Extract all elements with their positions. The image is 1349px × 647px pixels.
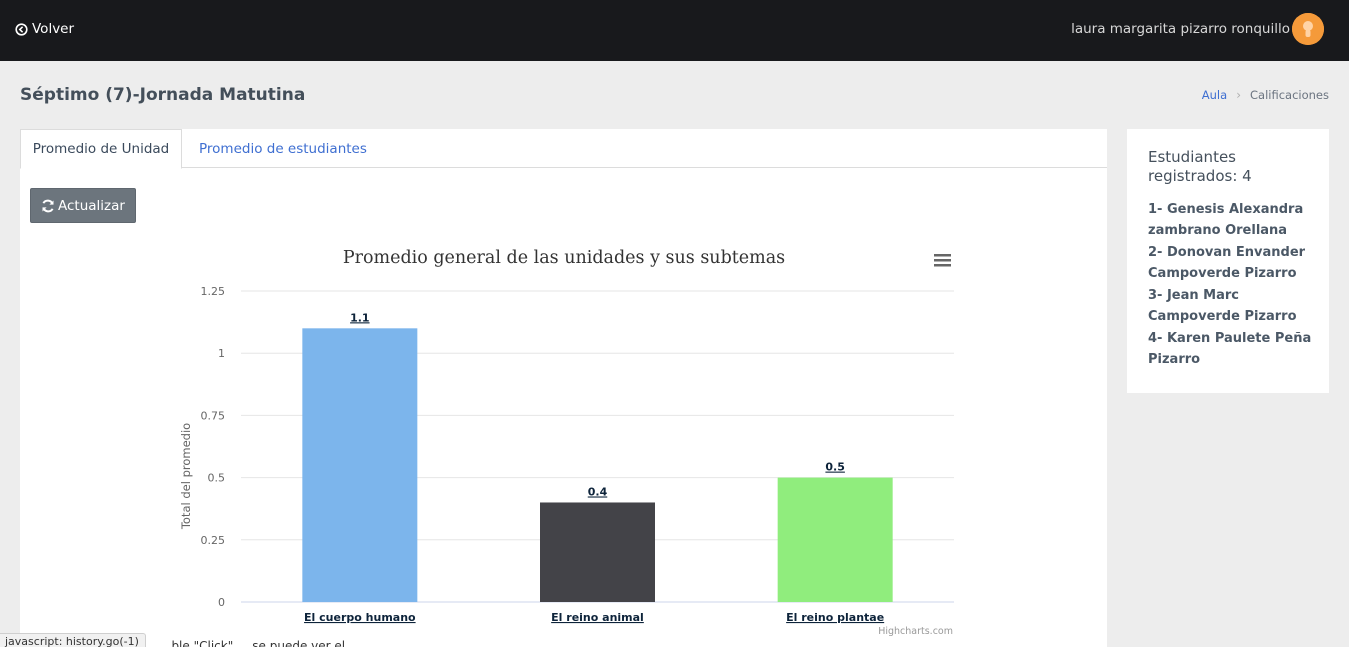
page-title: Séptimo (7)-Jornada Matutina: [20, 85, 306, 105]
student-item: 2- Donovan Envander Campoverde Pizarro: [1148, 245, 1306, 281]
chart-credits[interactable]: Highcharts.com: [878, 626, 953, 637]
data-label: 0.5: [825, 461, 845, 474]
students-count-title: Estudiantes registrados: 4: [1148, 148, 1252, 185]
top-navbar: Volver laura margarita pizarro ronquillo: [0, 0, 1349, 61]
x-category-label[interactable]: El reino animal: [551, 611, 644, 624]
student-list: 1- Genesis Alexandra zambrano Orellana 2…: [1148, 199, 1320, 371]
student-item: 1- Genesis Alexandra zambrano Orellana: [1148, 202, 1304, 238]
x-category-label[interactable]: El reino plantae: [786, 611, 884, 624]
student-item: 3- Jean Marc Campoverde Pizarro: [1148, 288, 1297, 324]
browser-status-bar: javascript: history.go(-1): [0, 633, 146, 647]
student-item: 4- Karen Paulete Peña Pizarro: [1148, 331, 1312, 367]
y-tick-label: 0: [218, 596, 225, 609]
data-label: 1.1: [350, 311, 370, 324]
breadcrumb-current: Calificaciones: [1250, 88, 1329, 102]
y-tick-label: 1: [218, 347, 225, 360]
y-tick-label: 1.25: [201, 285, 226, 298]
y-tick-label: 0.75: [201, 409, 226, 422]
x-category-label[interactable]: El cuerpo humano: [304, 611, 416, 624]
y-axis-label: Total del promedio: [179, 423, 193, 530]
hamburger-menu-icon[interactable]: [932, 251, 954, 271]
user-name: laura margarita pizarro ronquillo: [1071, 21, 1290, 37]
back-label: Volver: [32, 21, 75, 37]
breadcrumb-link-aula[interactable]: Aula: [1202, 88, 1227, 102]
chart: Promedio general de las unidades y sus s…: [179, 248, 954, 637]
y-tick-label: 0.25: [201, 534, 226, 547]
circle-arrow-left-icon: [15, 22, 28, 36]
y-tick-label: 0.5: [208, 472, 226, 485]
breadcrumb: Aula › Calificaciones: [1202, 88, 1329, 102]
data-label: 0.4: [588, 485, 608, 498]
back-button[interactable]: Volver: [15, 20, 74, 38]
user-avatar-icon[interactable]: [1292, 13, 1324, 45]
bar[interactable]: [777, 477, 893, 602]
user-menu[interactable]: laura margarita pizarro ronquillo: [1071, 13, 1324, 45]
chevron-right-icon: ›: [1236, 88, 1241, 102]
bar[interactable]: [302, 328, 418, 602]
footnote-text: ...ble "Click" ... se puede ver el ...: [160, 639, 361, 647]
chart-title: Promedio general de las unidades y sus s…: [343, 248, 785, 268]
bar[interactable]: [540, 502, 655, 602]
students-card: Estudiantes registrados: 4 1- Genesis Al…: [1127, 129, 1329, 393]
main-card: Promedio de Unidad Promedio de estudiant…: [20, 129, 1107, 647]
